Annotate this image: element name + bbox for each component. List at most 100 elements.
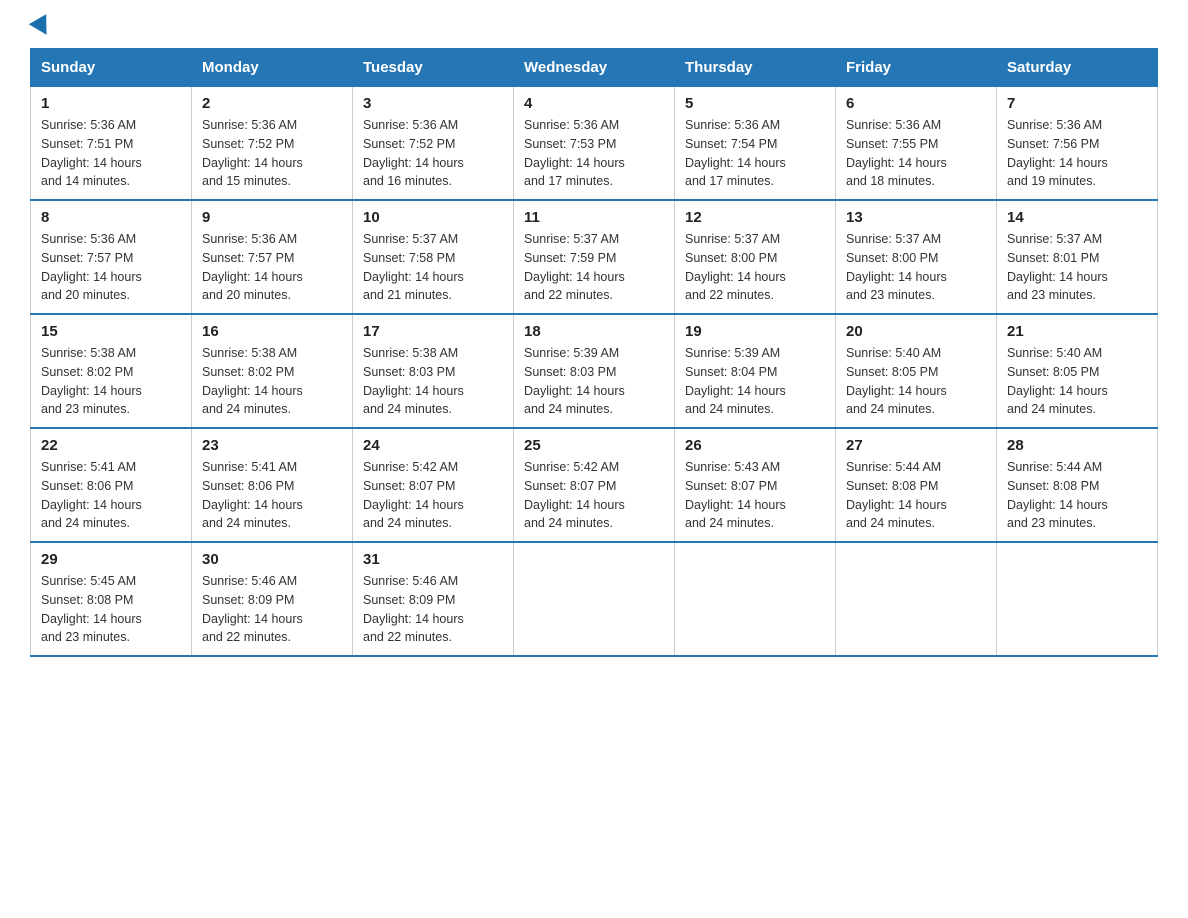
calendar-header: Sunday Monday Tuesday Wednesday Thursday… (31, 49, 1158, 87)
header-friday: Friday (836, 49, 997, 87)
calendar-cell: 17 Sunrise: 5:38 AMSunset: 8:03 PMDayligh… (353, 314, 514, 428)
day-number: 2 (202, 95, 342, 112)
day-info: Sunrise: 5:40 AMSunset: 8:05 PMDaylight:… (846, 344, 986, 419)
day-info: Sunrise: 5:39 AMSunset: 8:04 PMDaylight:… (685, 344, 825, 419)
calendar-cell: 31 Sunrise: 5:46 AMSunset: 8:09 PMDayligh… (353, 542, 514, 656)
day-number: 15 (41, 323, 181, 340)
calendar-cell (836, 542, 997, 656)
day-info: Sunrise: 5:37 AMSunset: 8:00 PMDaylight:… (846, 230, 986, 305)
day-info: Sunrise: 5:43 AMSunset: 8:07 PMDaylight:… (685, 458, 825, 533)
calendar-cell: 6 Sunrise: 5:36 AMSunset: 7:55 PMDaylight… (836, 87, 997, 201)
day-number: 9 (202, 209, 342, 226)
calendar-cell: 20 Sunrise: 5:40 AMSunset: 8:05 PMDayligh… (836, 314, 997, 428)
day-info: Sunrise: 5:37 AMSunset: 8:01 PMDaylight:… (1007, 230, 1147, 305)
calendar-week-row: 15 Sunrise: 5:38 AMSunset: 8:02 PMDayligh… (31, 314, 1158, 428)
page-header (30, 20, 1158, 38)
day-info: Sunrise: 5:36 AMSunset: 7:54 PMDaylight:… (685, 116, 825, 191)
header-sunday: Sunday (31, 49, 192, 87)
day-number: 31 (363, 551, 503, 568)
calendar-cell: 25Sunrise: 5:42 AMSunset: 8:07 PMDayligh… (514, 428, 675, 542)
day-info: Sunrise: 5:38 AMSunset: 8:03 PMDaylight:… (363, 344, 503, 419)
day-number: 6 (846, 95, 986, 112)
day-info: Sunrise: 5:38 AMSunset: 8:02 PMDaylight:… (202, 344, 342, 419)
day-number: 7 (1007, 95, 1147, 112)
day-info: Sunrise: 5:46 AMSunset: 8:09 PMDaylight:… (363, 572, 503, 647)
day-number: 16 (202, 323, 342, 340)
calendar-cell: 16 Sunrise: 5:38 AMSunset: 8:02 PMDayligh… (192, 314, 353, 428)
day-info: Sunrise: 5:45 AMSunset: 8:08 PMDaylight:… (41, 572, 181, 647)
calendar-cell: 30Sunrise: 5:46 AMSunset: 8:09 PMDayligh… (192, 542, 353, 656)
logo (30, 20, 52, 38)
calendar-cell (514, 542, 675, 656)
day-info: Sunrise: 5:37 AMSunset: 8:00 PMDaylight:… (685, 230, 825, 305)
calendar-table: Sunday Monday Tuesday Wednesday Thursday… (30, 48, 1158, 657)
calendar-cell: 2 Sunrise: 5:36 AMSunset: 7:52 PMDaylight… (192, 87, 353, 201)
day-info: Sunrise: 5:37 AMSunset: 7:59 PMDaylight:… (524, 230, 664, 305)
header-row: Sunday Monday Tuesday Wednesday Thursday… (31, 49, 1158, 87)
day-number: 23 (202, 437, 342, 454)
calendar-cell: 3 Sunrise: 5:36 AMSunset: 7:52 PMDaylight… (353, 87, 514, 201)
day-info: Sunrise: 5:40 AMSunset: 8:05 PMDaylight:… (1007, 344, 1147, 419)
day-number: 30 (202, 551, 342, 568)
day-info: Sunrise: 5:42 AMSunset: 8:07 PMDaylight:… (363, 458, 503, 533)
header-monday: Monday (192, 49, 353, 87)
logo-triangle-icon (29, 14, 55, 40)
day-number: 18 (524, 323, 664, 340)
calendar-week-row: 29 Sunrise: 5:45 AMSunset: 8:08 PMDayligh… (31, 542, 1158, 656)
day-number: 1 (41, 95, 181, 112)
day-info: Sunrise: 5:39 AMSunset: 8:03 PMDaylight:… (524, 344, 664, 419)
calendar-cell: 28 Sunrise: 5:44 AMSunset: 8:08 PMDayligh… (997, 428, 1158, 542)
day-number: 17 (363, 323, 503, 340)
calendar-cell: 8 Sunrise: 5:36 AMSunset: 7:57 PMDaylight… (31, 200, 192, 314)
day-info: Sunrise: 5:36 AMSunset: 7:51 PMDaylight:… (41, 116, 181, 191)
calendar-cell: 13 Sunrise: 5:37 AMSunset: 8:00 PMDayligh… (836, 200, 997, 314)
day-number: 26 (685, 437, 825, 454)
day-number: 14 (1007, 209, 1147, 226)
day-info: Sunrise: 5:36 AMSunset: 7:56 PMDaylight:… (1007, 116, 1147, 191)
day-info: Sunrise: 5:44 AMSunset: 8:08 PMDaylight:… (846, 458, 986, 533)
calendar-body: 1 Sunrise: 5:36 AMSunset: 7:51 PMDaylight… (31, 87, 1158, 657)
calendar-cell: 11Sunrise: 5:37 AMSunset: 7:59 PMDayligh… (514, 200, 675, 314)
day-number: 4 (524, 95, 664, 112)
day-info: Sunrise: 5:36 AMSunset: 7:52 PMDaylight:… (202, 116, 342, 191)
day-info: Sunrise: 5:41 AMSunset: 8:06 PMDaylight:… (41, 458, 181, 533)
calendar-week-row: 1 Sunrise: 5:36 AMSunset: 7:51 PMDaylight… (31, 87, 1158, 201)
calendar-cell: 14 Sunrise: 5:37 AMSunset: 8:01 PMDayligh… (997, 200, 1158, 314)
calendar-cell: 10 Sunrise: 5:37 AMSunset: 7:58 PMDayligh… (353, 200, 514, 314)
calendar-cell: 26 Sunrise: 5:43 AMSunset: 8:07 PMDayligh… (675, 428, 836, 542)
calendar-cell: 22 Sunrise: 5:41 AMSunset: 8:06 PMDayligh… (31, 428, 192, 542)
calendar-cell: 19 Sunrise: 5:39 AMSunset: 8:04 PMDayligh… (675, 314, 836, 428)
day-number: 29 (41, 551, 181, 568)
day-info: Sunrise: 5:44 AMSunset: 8:08 PMDaylight:… (1007, 458, 1147, 533)
calendar-cell: 5 Sunrise: 5:36 AMSunset: 7:54 PMDaylight… (675, 87, 836, 201)
day-info: Sunrise: 5:36 AMSunset: 7:57 PMDaylight:… (41, 230, 181, 305)
day-number: 8 (41, 209, 181, 226)
calendar-cell: 18 Sunrise: 5:39 AMSunset: 8:03 PMDayligh… (514, 314, 675, 428)
calendar-week-row: 22 Sunrise: 5:41 AMSunset: 8:06 PMDayligh… (31, 428, 1158, 542)
calendar-week-row: 8 Sunrise: 5:36 AMSunset: 7:57 PMDaylight… (31, 200, 1158, 314)
day-info: Sunrise: 5:41 AMSunset: 8:06 PMDaylight:… (202, 458, 342, 533)
day-info: Sunrise: 5:36 AMSunset: 7:57 PMDaylight:… (202, 230, 342, 305)
day-number: 13 (846, 209, 986, 226)
day-number: 20 (846, 323, 986, 340)
calendar-cell: 27 Sunrise: 5:44 AMSunset: 8:08 PMDayligh… (836, 428, 997, 542)
day-number: 19 (685, 323, 825, 340)
day-info: Sunrise: 5:36 AMSunset: 7:55 PMDaylight:… (846, 116, 986, 191)
day-info: Sunrise: 5:38 AMSunset: 8:02 PMDaylight:… (41, 344, 181, 419)
calendar-cell: 24Sunrise: 5:42 AMSunset: 8:07 PMDayligh… (353, 428, 514, 542)
calendar-cell: 7 Sunrise: 5:36 AMSunset: 7:56 PMDaylight… (997, 87, 1158, 201)
calendar-cell: 29 Sunrise: 5:45 AMSunset: 8:08 PMDayligh… (31, 542, 192, 656)
header-wednesday: Wednesday (514, 49, 675, 87)
day-number: 5 (685, 95, 825, 112)
header-saturday: Saturday (997, 49, 1158, 87)
day-number: 21 (1007, 323, 1147, 340)
calendar-cell (997, 542, 1158, 656)
day-number: 27 (846, 437, 986, 454)
day-number: 28 (1007, 437, 1147, 454)
calendar-cell: 4Sunrise: 5:36 AMSunset: 7:53 PMDaylight… (514, 87, 675, 201)
day-number: 10 (363, 209, 503, 226)
day-number: 3 (363, 95, 503, 112)
day-info: Sunrise: 5:37 AMSunset: 7:58 PMDaylight:… (363, 230, 503, 305)
day-info: Sunrise: 5:36 AMSunset: 7:52 PMDaylight:… (363, 116, 503, 191)
day-number: 22 (41, 437, 181, 454)
